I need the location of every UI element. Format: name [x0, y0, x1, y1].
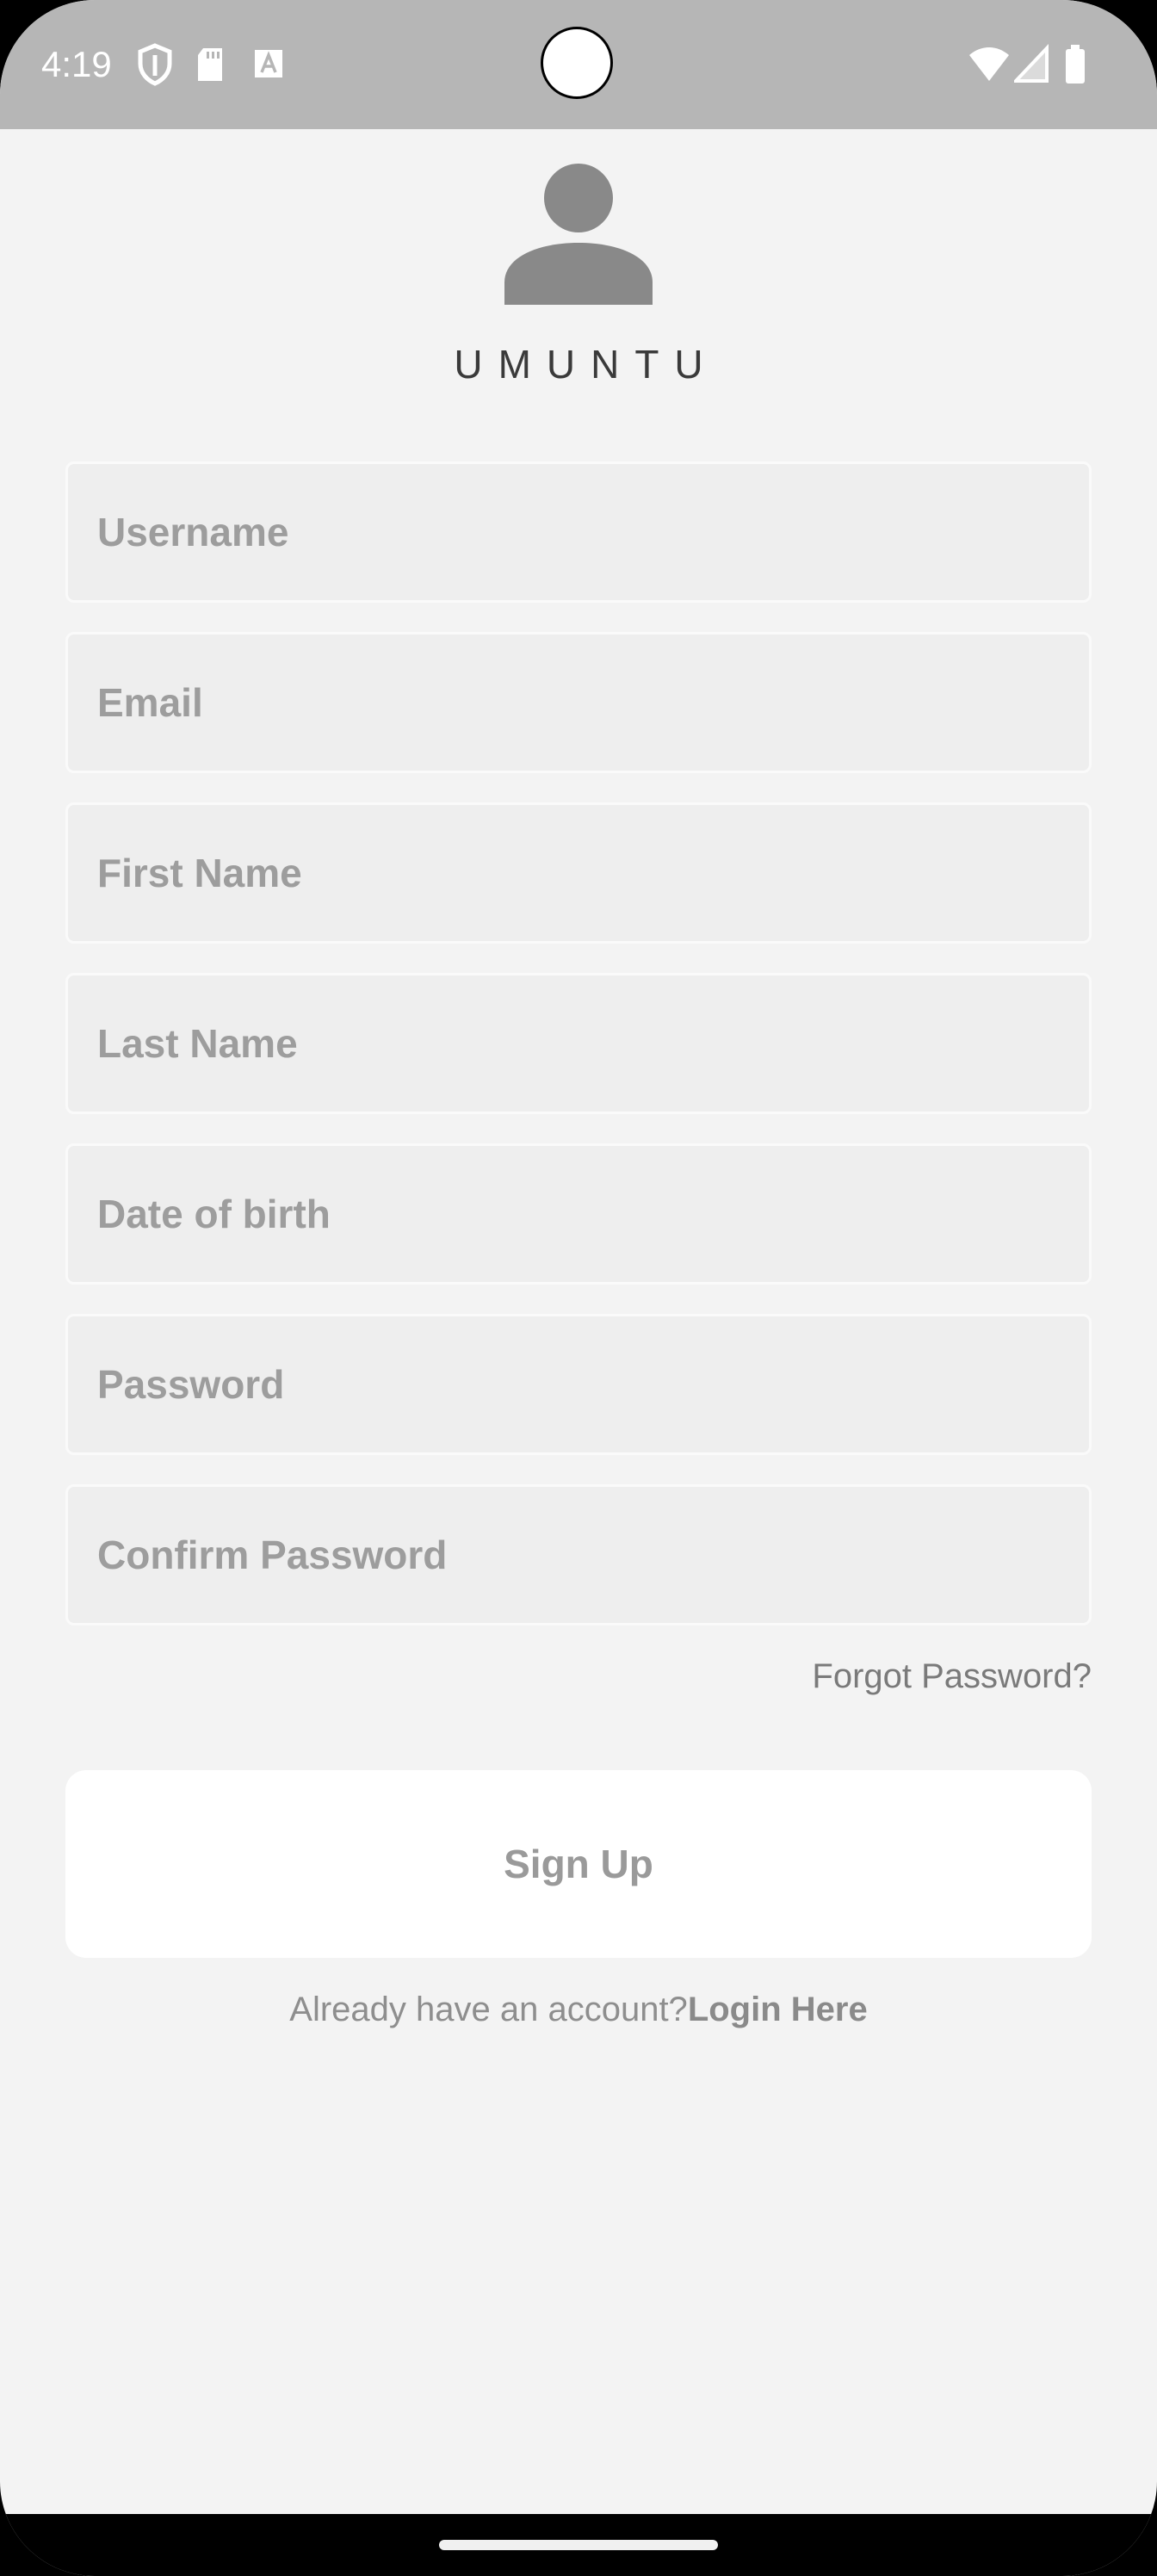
font-icon — [255, 50, 282, 77]
last-name-field — [65, 973, 1092, 1114]
password-field — [65, 1314, 1092, 1455]
email-input[interactable] — [68, 635, 1089, 771]
wifi-icon — [969, 47, 1009, 81]
signal-icon — [1014, 43, 1049, 83]
last-name-input[interactable] — [68, 975, 1089, 1112]
email-field — [65, 632, 1092, 773]
login-prompt-text: Already have an account? — [289, 1991, 688, 2028]
forgot-password-link[interactable]: Forgot Password? — [812, 1656, 1092, 1697]
username-input[interactable] — [68, 464, 1089, 600]
person-icon — [504, 164, 653, 305]
username-field — [65, 461, 1092, 603]
login-prompt-line: Already have an account?Login Here — [0, 1989, 1157, 2030]
shield-icon — [138, 43, 172, 86]
confirm-password-field — [65, 1484, 1092, 1625]
phone-screen: 4:19 UMUNTU Username Email First Name La… — [0, 0, 1157, 2576]
status-time: 4:19 — [41, 44, 112, 84]
app-name: UMUNTU — [454, 342, 719, 387]
date-of-birth-input[interactable] — [68, 1146, 1089, 1282]
login-here-link[interactable]: Login Here — [688, 1991, 868, 2028]
home-indicator[interactable] — [439, 2540, 718, 2550]
first-name-field — [65, 802, 1092, 944]
password-input[interactable] — [68, 1316, 1089, 1452]
status-bar: 4:19 — [0, 0, 1157, 129]
camera-cutout — [541, 27, 613, 99]
confirm-password-input[interactable] — [68, 1487, 1089, 1623]
sd-card-icon — [198, 48, 222, 81]
battery-icon — [1066, 45, 1085, 84]
first-name-input[interactable] — [68, 805, 1089, 941]
date-of-birth-field — [65, 1143, 1092, 1285]
sign-up-button[interactable]: Sign Up — [65, 1770, 1092, 1958]
